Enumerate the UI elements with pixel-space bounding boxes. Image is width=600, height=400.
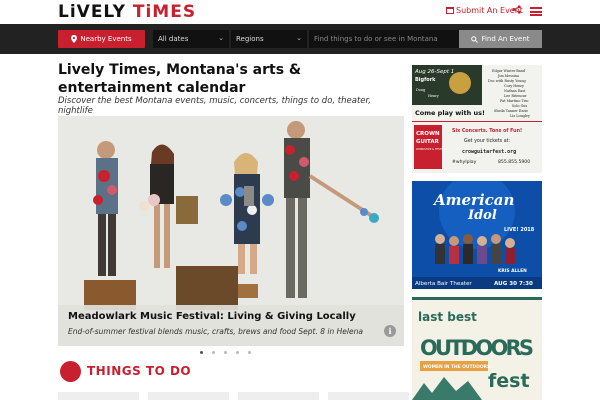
page-title: Lively Times, Montana's arts & entertain… [58,62,302,96]
crown-ad-artist: Jim Messina [497,74,519,78]
crown-ad-artist: Solo Gus [512,104,527,108]
crown-ad-artist: Liz Longley [510,114,530,118]
idol-ad-brand: Idol [467,208,497,223]
page-subtitle: Discover the best Montana events, music,… [58,96,371,116]
find-event-button[interactable]: Find An Event [459,30,542,48]
crown-ad-promo: Six Concerts. Tons of Fun! [452,128,522,134]
slide-caption[interactable]: Meadowlark Music Festival: Living & Givi… [58,305,404,346]
crown-ad-dates: Aug 26-Sept 1 [414,69,454,75]
share-icon[interactable] [512,5,521,17]
event-card[interactable] [328,392,409,400]
crown-ad-hashtag: #whyIplay [452,159,477,165]
idol-ad-date: AUG 30 7:30 [494,281,533,287]
crown-ad-ticket-line: Get your tickets at: [464,138,511,144]
idol-ad-venue: Alberta Bair Theater [415,281,472,287]
outdoors-ad-line2: OUTDOORS [420,336,534,360]
event-card[interactable] [148,392,229,400]
crown-ad-site: crowguitarfest.org [462,149,516,155]
site-logo[interactable]: LiVELY TiMES [58,2,196,22]
slider-dot[interactable] [224,351,227,354]
idol-ad-host: KRIS ALLEN [498,268,527,274]
crown-ad-phone: 855.855.5900 [498,159,530,165]
info-icon[interactable]: i [384,325,396,337]
slider-dot[interactable] [248,351,251,354]
things-to-do-heading: THINGS TO DO [87,364,192,378]
crown-ad-artist: Cory Henry [504,84,524,88]
logo-word-lively: LiVELY [58,2,126,22]
crown-ad-artist: Sheila Tanner Ezzie [494,109,528,113]
crown-ad-artist: Doc with Rusty Young [488,79,527,83]
idol-ad-live: LIVE! 2018 [504,227,535,233]
crown-ad-brand-line1: CROWN [416,131,440,137]
search-bar: Nearby Events All dates ⌄ Regions ⌄ Find… [0,24,600,54]
outdoors-fest-ad-art: last best OUTDOORS WOMEN IN THE OUTDOORS… [412,297,542,400]
slider-dot[interactable] [212,351,215,354]
crown-ad-artist: Pat Martino Trio [500,99,528,103]
hero-slider[interactable]: Meadowlark Music Festival: Living & Givi… [58,116,404,346]
calendar-icon [446,7,454,14]
outdoors-fest-ad[interactable]: last best OUTDOORS WOMEN IN THE OUTDOORS… [412,297,542,400]
hamburger-menu-icon[interactable] [530,7,542,16]
crown-ad-artist: Edgar Winter Band [492,69,526,73]
things-to-do-icon [60,361,81,382]
crown-ad-brand-line3: WORKSHOP & FESTIVAL [416,147,447,151]
regions-select[interactable]: Regions ⌄ [231,30,307,48]
american-idol-ad[interactable]: American Idol LIVE! 2018 KRIS ALLEN Albe… [412,181,542,289]
things-to-do-cards [58,392,409,400]
crown-ad-artist: Lee Ritenour [504,94,527,98]
event-card[interactable] [58,392,139,400]
crown-ad-brand-line2: GUITAR [416,139,440,145]
crown-ad-artist: Nathan East [504,89,526,93]
crown-ad-artist: Henry [428,94,439,98]
dates-select[interactable]: All dates ⌄ [153,30,229,48]
nearby-events-button[interactable]: Nearby Events [58,30,145,48]
slider-dots [200,351,251,354]
search-icon [471,35,479,43]
event-card[interactable] [238,392,319,400]
crown-guitar-festival-ad[interactable]: Aug 26-Sept 1 Bigfork Come play with us!… [412,65,542,173]
chevron-down-icon: ⌄ [218,34,224,42]
slider-dot[interactable] [200,351,203,354]
site-header: LiVELY TiMES Submit An Event [0,0,600,24]
slide-title: Meadowlark Music Festival: Living & Givi… [68,311,356,322]
chevron-down-icon: ⌄ [296,34,302,42]
idol-ad-brand: American [432,191,514,209]
crown-ad-tagline: Come play with us! [415,109,485,117]
crown-ad-artist: Doug [416,88,426,92]
crown-guitar-ad-art: Aug 26-Sept 1 Bigfork Come play with us!… [412,65,542,173]
event-search-input[interactable] [309,30,459,48]
nearby-events-label: Nearby Events [80,35,132,43]
regions-select-value: Regions [236,35,264,43]
outdoors-ad-tagline: WOMEN IN THE OUTDOORS [423,364,490,370]
slider-dot[interactable] [236,351,239,354]
location-pin-icon [71,35,78,43]
american-idol-ad-art: American Idol LIVE! 2018 KRIS ALLEN Albe… [412,181,542,289]
outdoors-ad-line1: last best [418,310,477,324]
find-event-label: Find An Event [481,35,530,43]
dates-select-value: All dates [158,35,189,43]
slide-description: End-of-summer festival blends music, cra… [68,327,363,336]
outdoors-ad-line3: fest [488,370,530,392]
crown-ad-town: Bigfork [415,77,436,83]
logo-word-times: TiMES [132,2,197,22]
